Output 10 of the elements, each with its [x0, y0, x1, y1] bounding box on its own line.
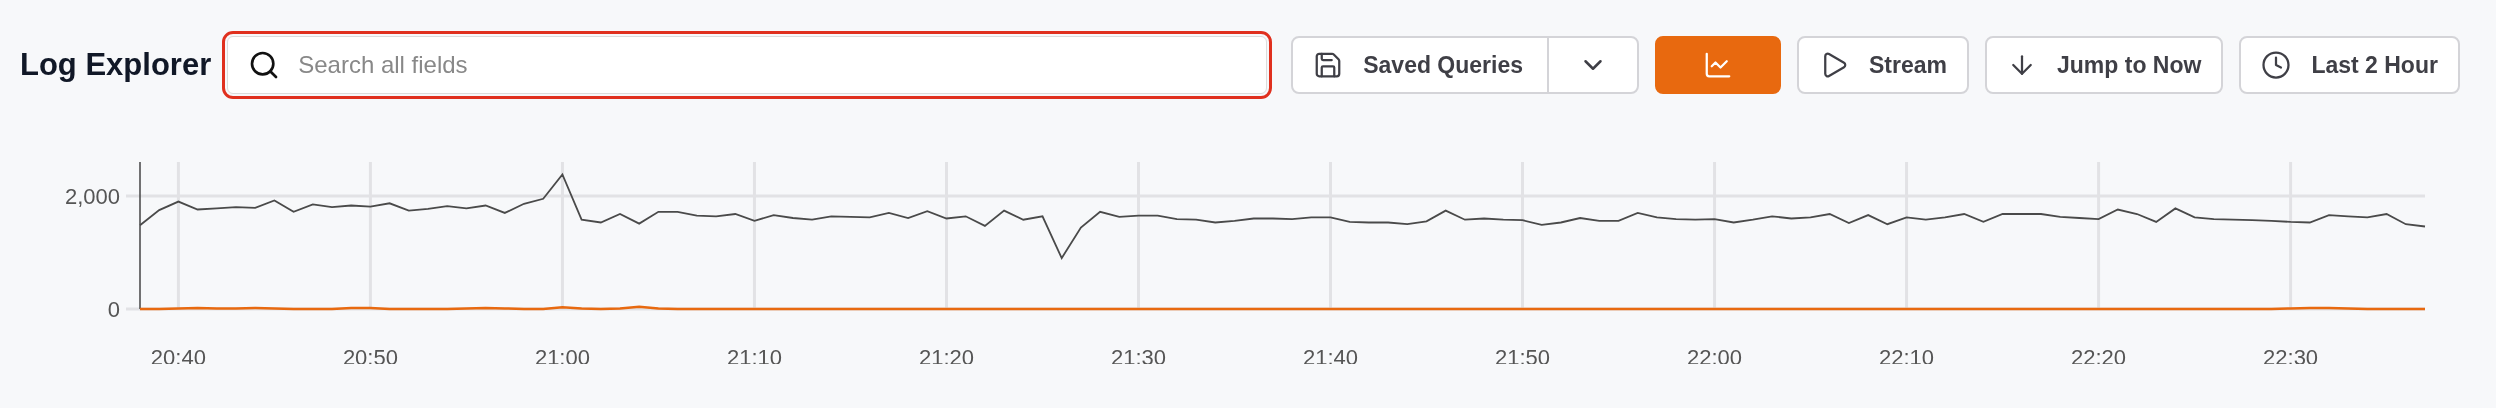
- y-tick-label: 0: [107, 297, 120, 322]
- clock-icon: [2261, 50, 2292, 80]
- line-chart-icon: [1703, 50, 1733, 80]
- chart-toggle-button[interactable]: [1655, 36, 1781, 94]
- toolbar-button[interactable]: Jump to Now: [1985, 36, 2224, 94]
- search-input[interactable]: Search all fields: [296, 50, 1247, 80]
- toolbar-button[interactable]: Stream: [1797, 36, 1969, 94]
- y-tick-label: 2,000: [64, 183, 120, 209]
- page-title: Log Explorer: [20, 47, 212, 83]
- toolbar-button[interactable]: Last 2 Hour: [2239, 36, 2460, 94]
